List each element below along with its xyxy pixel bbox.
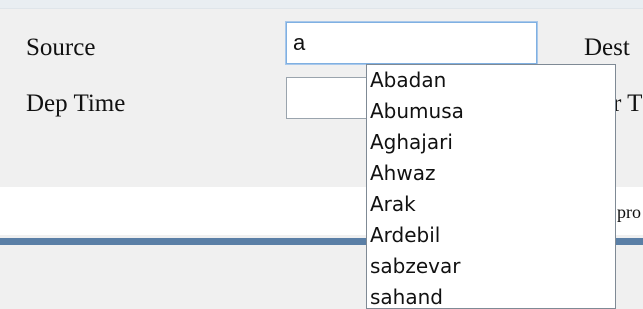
- autocomplete-item[interactable]: Aghajari: [367, 127, 615, 158]
- source-label: Source: [26, 34, 96, 61]
- autocomplete-item[interactable]: sahand: [367, 282, 615, 308]
- dep-time-label: Dep Time: [26, 90, 126, 117]
- top-border: [0, 0, 643, 9]
- results-strip-text: pro: [617, 202, 641, 222]
- destination-label: Dest: [584, 34, 630, 61]
- autocomplete-item[interactable]: Arak: [367, 189, 615, 220]
- arrival-time-label-partial: r T: [613, 90, 643, 117]
- autocomplete-item[interactable]: Ahwaz: [367, 158, 615, 189]
- source-input[interactable]: [286, 22, 537, 64]
- autocomplete-item[interactable]: Abadan: [367, 65, 615, 96]
- autocomplete-item[interactable]: Ardebil: [367, 220, 615, 251]
- autocomplete-item[interactable]: sabzevar: [367, 251, 615, 282]
- source-autocomplete-list: Abadan Abumusa Aghajari Ahwaz Arak Ardeb…: [366, 64, 616, 309]
- autocomplete-item[interactable]: Abumusa: [367, 96, 615, 127]
